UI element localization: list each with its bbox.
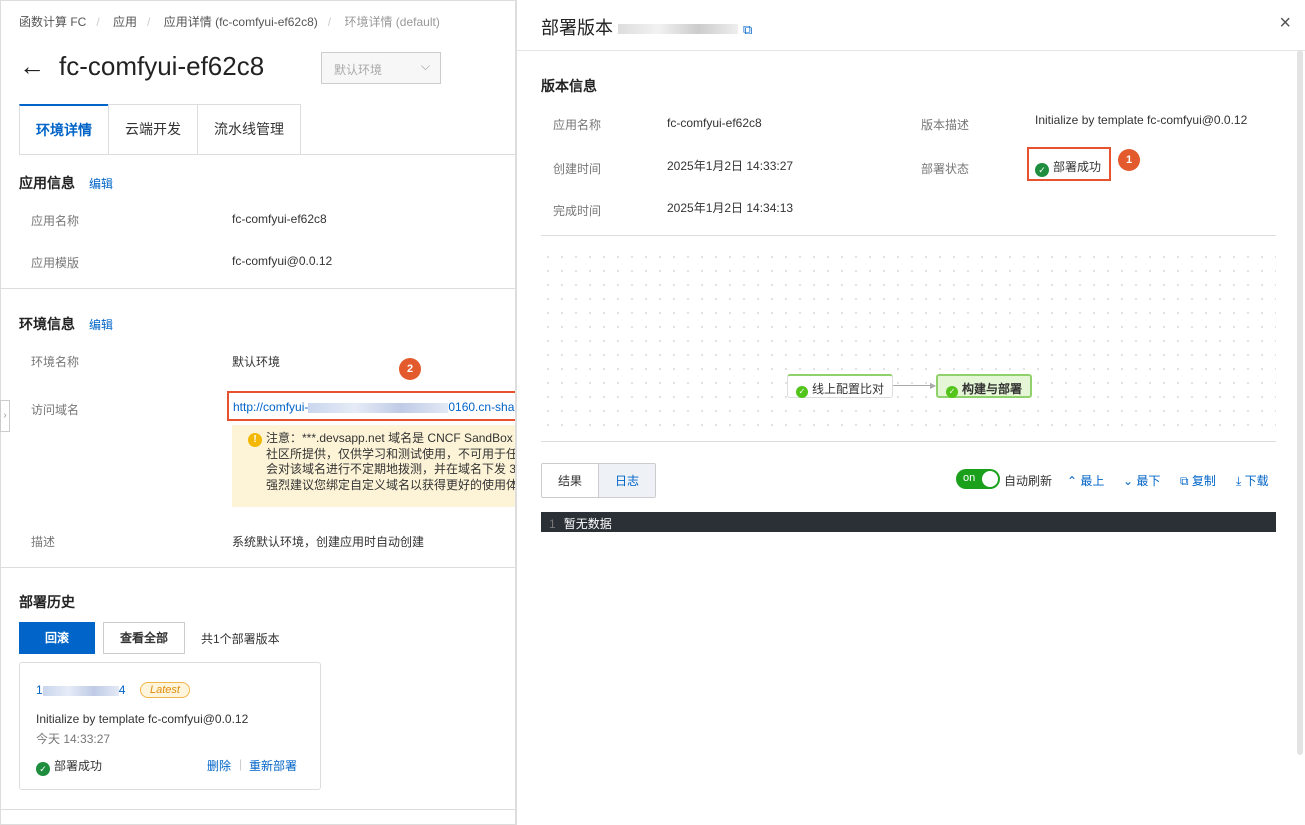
environment-detail-page: 函数计算 FC / 应用 / 应用详情 (fc-comfyui-ef62c8) / 环… — [0, 0, 516, 825]
drawer-title: 部署版本 ⧉ — [541, 18, 753, 38]
drawer-desc-label: 版本描述 — [921, 118, 970, 132]
drawer-app-name: fc-comfyui-ef62c8 — [667, 116, 762, 130]
download-button[interactable]: ⤓ 下载 — [1236, 472, 1269, 489]
environment-select[interactable]: 默认环境 ⌵ — [321, 52, 441, 84]
app-template-value: fc-comfyui@0.0.12 — [232, 254, 333, 268]
log-line-number: 1 — [549, 517, 556, 531]
redacted-blur — [308, 402, 449, 413]
version-desc: Initialize by template fc-comfyui@0.0.12 — [36, 712, 249, 726]
marker-1: 1 — [1118, 149, 1140, 171]
drawer-desc: Initialize by template fc-comfyui@0.0.12 — [1035, 113, 1248, 127]
history-heading: 部署历史 — [19, 594, 75, 610]
finished-label: 完成时间 — [553, 204, 602, 218]
app-info-heading: 应用信息 编辑 — [19, 175, 114, 191]
rollback-button[interactable]: 回滚 — [19, 622, 95, 654]
tab-pipeline[interactable]: 流水线管理 — [197, 104, 301, 154]
close-icon[interactable]: × — [1279, 12, 1291, 35]
breadcrumb: 函数计算 FC / 应用 / 应用详情 (fc-comfyui-ef62c8) / 环… — [19, 15, 440, 29]
environment-select-value: 默认环境 — [334, 63, 383, 77]
scroll-bottom-button[interactable]: ⌄ 最下 — [1123, 472, 1160, 489]
back-arrow-icon[interactable]: ← — [19, 51, 45, 82]
domain-label: 访问域名 — [31, 403, 80, 417]
warning-icon: ! — [248, 433, 262, 447]
log-output: 1 暂无数据 — [541, 512, 1276, 532]
breadcrumb-env-detail: 环境详情 (default) — [344, 15, 440, 29]
sidebar-expand-handle[interactable]: › — [0, 400, 10, 432]
auto-refresh-toggle[interactable]: on — [956, 469, 1000, 489]
desc-label: 描述 — [31, 535, 56, 549]
check-circle-icon: ✓ — [36, 762, 50, 776]
log-text: 暂无数据 — [563, 517, 612, 531]
domain-notice: ! 注意：***.devsapp.net 域名是 CNCF SandBox 项社… — [232, 425, 515, 507]
version-time: 今天 14:33:27 — [36, 732, 111, 746]
env-info-heading: 环境信息 编辑 — [19, 316, 114, 332]
env-info-edit-link[interactable]: 编辑 — [89, 318, 113, 332]
version-id-link[interactable]: 14 — [36, 683, 125, 697]
status-badge: ✓ 部署成功 — [1027, 147, 1111, 181]
chevron-up-icon: ⌃ — [1067, 474, 1078, 488]
page-title: fc-comfyui-ef62c8 — [59, 51, 265, 81]
check-circle-icon: ✓ — [796, 386, 808, 398]
finished-value: 2025年1月2日 14:34:13 — [667, 201, 794, 215]
breadcrumb-fc[interactable]: 函数计算 FC — [19, 15, 86, 29]
pipeline-node-build-deploy[interactable]: ✓ 构建与部署 — [936, 374, 1033, 398]
latest-tag: Latest — [140, 682, 190, 698]
scrollbar[interactable] — [1297, 50, 1303, 755]
env-name-value: 默认环境 — [232, 355, 281, 369]
pipeline-node-config-diff[interactable]: ✓ 线上配置比对 — [787, 374, 894, 398]
tab-env-detail[interactable]: 环境详情 — [19, 104, 109, 154]
deploy-version-card: 14 Latest Initialize by template fc-comf… — [19, 662, 321, 790]
version-status: ✓ 部署成功 — [36, 757, 102, 776]
domain-link[interactable]: http://comfyui- 0160.cn-sha — [227, 391, 515, 421]
tab-bar: 环境详情 云端开发 流水线管理 — [19, 104, 515, 155]
breadcrumb-app-detail[interactable]: 应用详情 (fc-comfyui-ef62c8) — [164, 15, 318, 29]
download-icon: ⤓ — [1236, 474, 1242, 488]
scroll-top-button[interactable]: ⌃ 最上 — [1067, 472, 1104, 489]
app-name-label: 应用名称 — [31, 214, 80, 228]
tab-result[interactable]: 结果 — [542, 464, 598, 497]
divider — [1, 567, 515, 568]
external-link-icon[interactable]: ⧉ — [743, 22, 752, 37]
created-value: 2025年1月2日 14:33:27 — [667, 159, 794, 173]
tab-cloud-dev[interactable]: 云端开发 — [108, 104, 198, 154]
pipeline-canvas: ✓ 线上配置比对 ▶ ✓ 构建与部署 — [541, 250, 1276, 435]
chevron-down-icon: ⌵ — [420, 59, 430, 73]
desc-value: 系统默认环境，创建应用时自动创建 — [232, 535, 425, 549]
view-all-button[interactable]: 查看全部 — [103, 622, 185, 654]
chevron-down-icon: ⌄ — [1123, 474, 1134, 488]
created-label: 创建时间 — [553, 162, 602, 176]
app-template-label: 应用模版 — [31, 256, 80, 270]
app-info-edit-link[interactable]: 编辑 — [89, 177, 113, 191]
delete-link[interactable]: 删除 — [207, 757, 231, 774]
breadcrumb-apps[interactable]: 应用 — [113, 15, 137, 29]
divider — [1, 288, 515, 289]
version-info-heading: 版本信息 — [541, 78, 597, 94]
env-name-label: 环境名称 — [31, 355, 80, 369]
check-circle-icon: ✓ — [1035, 163, 1049, 177]
auto-refresh-label: 自动刷新 — [1004, 474, 1053, 488]
divider — [1, 809, 515, 810]
redeploy-link[interactable]: 重新部署 — [249, 757, 297, 774]
tab-log[interactable]: 日志 — [598, 464, 656, 497]
check-circle-icon: ✓ — [946, 386, 958, 398]
app-name-value: fc-comfyui-ef62c8 — [232, 212, 327, 226]
redacted-blur — [618, 24, 739, 35]
deploy-version-drawer: 部署版本 ⧉ × 版本信息 应用名称 fc-comfyui-ef62c8 版本描… — [516, 0, 1305, 825]
drawer-app-name-label: 应用名称 — [553, 118, 602, 132]
status-label: 部署状态 — [921, 162, 970, 176]
pipeline-arrow — [893, 385, 933, 386]
copy-icon: ⧉ — [1180, 474, 1189, 488]
marker-2: 2 — [399, 358, 421, 380]
copy-button[interactable]: ⧉ 复制 — [1180, 472, 1216, 489]
version-count: 共1个部署版本 — [201, 632, 280, 646]
log-tabs: 结果 日志 — [541, 463, 657, 498]
redacted-blur — [42, 685, 119, 696]
